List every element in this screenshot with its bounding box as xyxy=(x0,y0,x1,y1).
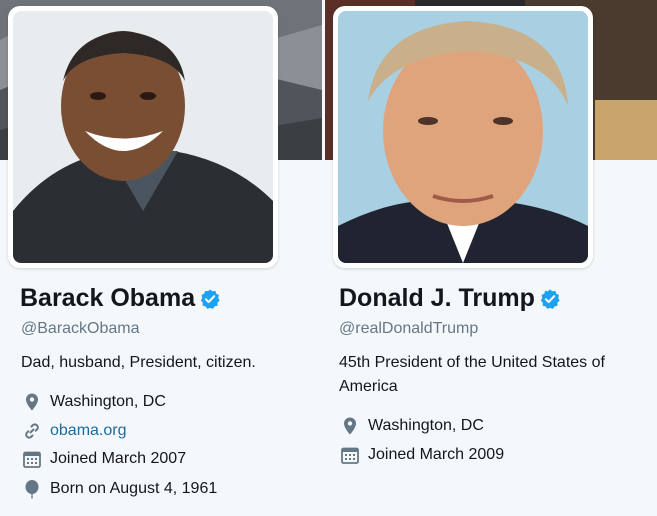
joined-item-obama: Joined March 2007 xyxy=(22,449,186,469)
avatar-trump[interactable] xyxy=(333,6,593,268)
location-text: Washington, DC xyxy=(368,417,484,434)
profile-handle-obama[interactable]: @BarackObama xyxy=(21,320,140,338)
profile-name-trump[interactable]: Donald J. Trump xyxy=(339,284,561,313)
location-text: Washington, DC xyxy=(50,393,166,410)
born-item-obama: Born on August 4, 1961 xyxy=(22,479,217,499)
verified-badge-icon xyxy=(539,288,561,310)
website-item-obama[interactable]: obama.org xyxy=(22,421,127,441)
avatar-obama[interactable] xyxy=(8,6,278,268)
joined-item-trump: Joined March 2009 xyxy=(340,445,504,465)
profile-bio-trump: 45th President of the United States of A… xyxy=(339,354,605,395)
profile-name-text[interactable]: Barack Obama xyxy=(20,284,195,313)
balloon-icon xyxy=(22,479,42,499)
born-text: Born on August 4, 1961 xyxy=(50,480,218,497)
profile-name-obama[interactable]: Barack Obama xyxy=(20,284,221,313)
verified-badge-icon xyxy=(199,288,221,310)
joined-text: Joined March 2009 xyxy=(368,446,505,463)
location-item-trump: Washington, DC xyxy=(340,416,484,436)
location-pin-icon xyxy=(22,392,42,412)
calendar-icon xyxy=(22,449,42,469)
location-item-obama: Washington, DC xyxy=(22,392,166,412)
calendar-icon xyxy=(340,445,360,465)
joined-text: Joined March 2007 xyxy=(50,450,187,467)
profile-handle-trump[interactable]: @realDonaldTrump xyxy=(339,320,478,338)
location-pin-icon xyxy=(340,416,360,436)
profile-name-text[interactable]: Donald J. Trump xyxy=(339,284,535,313)
link-icon xyxy=(22,421,42,441)
website-link[interactable]: obama.org xyxy=(50,422,127,440)
profile-bio-obama: Dad, husband, President, citizen. xyxy=(21,354,256,371)
